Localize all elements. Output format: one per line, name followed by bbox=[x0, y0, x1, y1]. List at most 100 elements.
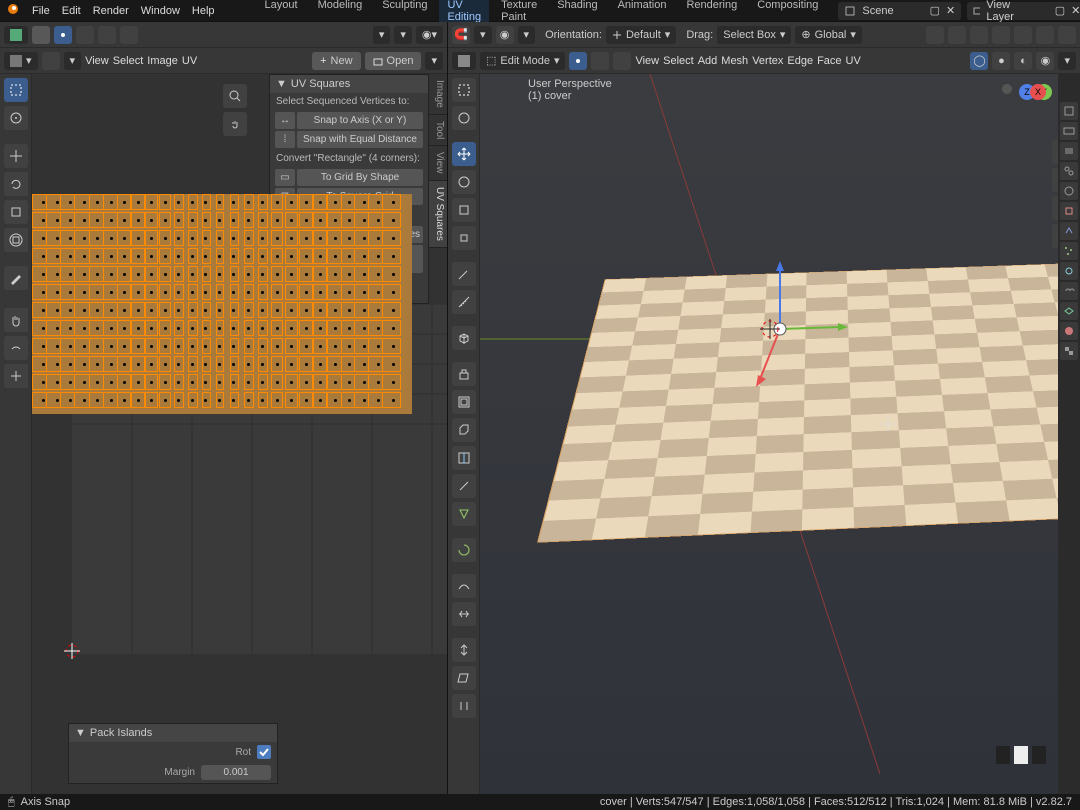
tool-shrink[interactable] bbox=[452, 638, 476, 662]
prop-viewlayer[interactable] bbox=[1060, 142, 1078, 160]
tool-polybuild[interactable] bbox=[452, 502, 476, 526]
rotate-checkbox[interactable] bbox=[257, 745, 271, 759]
btn-snap-equal[interactable]: Snap with Equal Distance bbox=[297, 131, 423, 148]
orientation-select[interactable]: Default ▾ bbox=[606, 26, 676, 44]
prop-texture[interactable] bbox=[1060, 342, 1078, 360]
tool-transform-3d[interactable] bbox=[452, 226, 476, 250]
uv-menu-uv[interactable]: UV bbox=[182, 55, 197, 67]
tool-smooth[interactable] bbox=[452, 574, 476, 598]
pack-panel-header[interactable]: ▼ Pack Islands bbox=[69, 724, 277, 742]
tool-annotate[interactable] bbox=[4, 266, 28, 290]
tool-loopcut[interactable] bbox=[452, 446, 476, 470]
uv-menu-image[interactable]: Image bbox=[147, 55, 178, 67]
shading-rendered[interactable]: ◉ bbox=[1036, 52, 1054, 70]
tool-rip[interactable] bbox=[452, 694, 476, 718]
layer-browse-icon[interactable]: ▢ bbox=[1055, 4, 1065, 17]
uv-island[interactable] bbox=[32, 194, 412, 414]
shading-matprev[interactable]: ◐ bbox=[1014, 52, 1032, 70]
panel-header[interactable]: ▼ UV Squares bbox=[270, 75, 428, 93]
tool-grab[interactable] bbox=[4, 308, 28, 332]
uv-sticky-select[interactable]: ▾ bbox=[373, 26, 391, 44]
uv-options-dropdown[interactable]: ▾ bbox=[425, 52, 443, 70]
overlay-6[interactable] bbox=[1036, 26, 1054, 44]
tool-edge-slide[interactable] bbox=[452, 602, 476, 626]
select-mode-edge[interactable] bbox=[591, 52, 609, 70]
overlay-5[interactable] bbox=[1014, 26, 1032, 44]
uv-select-mode-vertex[interactable] bbox=[54, 26, 72, 44]
select-mode-face[interactable] bbox=[613, 52, 631, 70]
prop-mesh[interactable] bbox=[1060, 302, 1078, 320]
tool-move-3d[interactable] bbox=[452, 142, 476, 166]
uv-menu-view[interactable]: View bbox=[85, 55, 109, 67]
editor-type-selector[interactable] bbox=[4, 26, 28, 44]
tool-select-3d[interactable] bbox=[452, 78, 476, 102]
overlay-2[interactable] bbox=[948, 26, 966, 44]
drag-select[interactable]: Select Box ▾ bbox=[717, 26, 791, 44]
vp-menu-edge[interactable]: Edge bbox=[787, 55, 813, 67]
select-mode-vertex[interactable] bbox=[569, 52, 587, 70]
vp-menu-uv[interactable]: UV bbox=[846, 55, 861, 67]
prop-material[interactable] bbox=[1060, 322, 1078, 340]
zoom-icon[interactable] bbox=[223, 84, 247, 108]
tab-view[interactable]: View bbox=[429, 146, 447, 181]
tab-uv-squares[interactable]: UV Squares bbox=[429, 181, 447, 248]
scene-selector[interactable]: Scene ▢ ✕ bbox=[838, 2, 961, 20]
tool-cursor-3d[interactable] bbox=[452, 106, 476, 130]
uv-snap[interactable]: ▾ bbox=[394, 26, 412, 44]
matcap-swatches[interactable] bbox=[996, 746, 1046, 764]
prop-constraint[interactable] bbox=[1060, 282, 1078, 300]
vp-menu-view[interactable]: View bbox=[635, 55, 659, 67]
menu-file[interactable]: File bbox=[32, 5, 50, 17]
tab-image[interactable]: Image bbox=[429, 74, 447, 115]
overlay-1[interactable] bbox=[926, 26, 944, 44]
shading-options[interactable]: ▾ bbox=[1058, 52, 1076, 70]
btn-grid-shape[interactable]: To Grid By Shape bbox=[297, 169, 423, 186]
scene-close-icon[interactable]: ✕ bbox=[946, 4, 955, 17]
tool-transform[interactable] bbox=[4, 228, 28, 252]
navigation-gizmo[interactable]: Z Y X bbox=[1002, 84, 1052, 134]
prop-render[interactable] bbox=[1060, 102, 1078, 120]
tool-shear[interactable] bbox=[452, 666, 476, 690]
tab-tool[interactable]: Tool bbox=[429, 115, 447, 146]
uv-select-mode-edge[interactable] bbox=[76, 26, 94, 44]
uv-show-overlay[interactable]: ▾ bbox=[64, 52, 82, 70]
tool-move[interactable] bbox=[4, 144, 28, 168]
tool-pinch[interactable] bbox=[4, 364, 28, 388]
prop-scene[interactable] bbox=[1060, 162, 1078, 180]
overlay-3[interactable] bbox=[970, 26, 988, 44]
uv-new-button[interactable]: + New bbox=[312, 52, 360, 70]
tool-rotate-3d[interactable] bbox=[452, 170, 476, 194]
tool-cursor[interactable] bbox=[4, 106, 28, 130]
proportional-toggle[interactable]: ◉ bbox=[496, 26, 514, 44]
tool-spin[interactable] bbox=[452, 538, 476, 562]
tool-extrude[interactable] bbox=[452, 362, 476, 386]
tool-select-box[interactable] bbox=[4, 78, 28, 102]
tool-inset[interactable] bbox=[452, 390, 476, 414]
prop-modifier[interactable] bbox=[1060, 222, 1078, 240]
editor-type-3d[interactable] bbox=[452, 52, 476, 70]
vp-menu-face[interactable]: Face bbox=[817, 55, 841, 67]
uv-sync-selection[interactable] bbox=[32, 26, 50, 44]
tool-relax[interactable] bbox=[4, 336, 28, 360]
tool-measure[interactable] bbox=[452, 290, 476, 314]
prop-object[interactable] bbox=[1060, 202, 1078, 220]
uv-pivot[interactable] bbox=[42, 52, 60, 70]
proportional-dropdown[interactable]: ▾ bbox=[518, 26, 536, 44]
shading-wireframe[interactable]: ◯ bbox=[970, 52, 988, 70]
scene-browse-icon[interactable]: ▢ bbox=[930, 4, 940, 17]
uv-viewport[interactable]: ▼ UV Squares Select Sequenced Vertices t… bbox=[32, 74, 447, 794]
shading-solid[interactable]: ● bbox=[992, 52, 1010, 70]
3d-viewport[interactable]: User Perspective (1) cover Z Y X bbox=[480, 74, 1080, 794]
vp-menu-select[interactable]: Select bbox=[663, 55, 694, 67]
vp-menu-add[interactable]: Add bbox=[698, 55, 718, 67]
transform-orientation[interactable]: ⊕ Global ▾ bbox=[795, 26, 862, 44]
menu-help[interactable]: Help bbox=[192, 5, 215, 17]
prop-physics[interactable] bbox=[1060, 262, 1078, 280]
mode-select[interactable]: ⬚ Edit Mode ▾ bbox=[480, 52, 565, 70]
tool-scale-3d[interactable] bbox=[452, 198, 476, 222]
btn-snap-axis[interactable]: Snap to Axis (X or Y) bbox=[297, 112, 423, 129]
overlay-4[interactable] bbox=[992, 26, 1010, 44]
tool-add-cube[interactable] bbox=[452, 326, 476, 350]
margin-input[interactable]: 0.001 bbox=[201, 765, 271, 780]
overlay-7[interactable] bbox=[1058, 26, 1076, 44]
